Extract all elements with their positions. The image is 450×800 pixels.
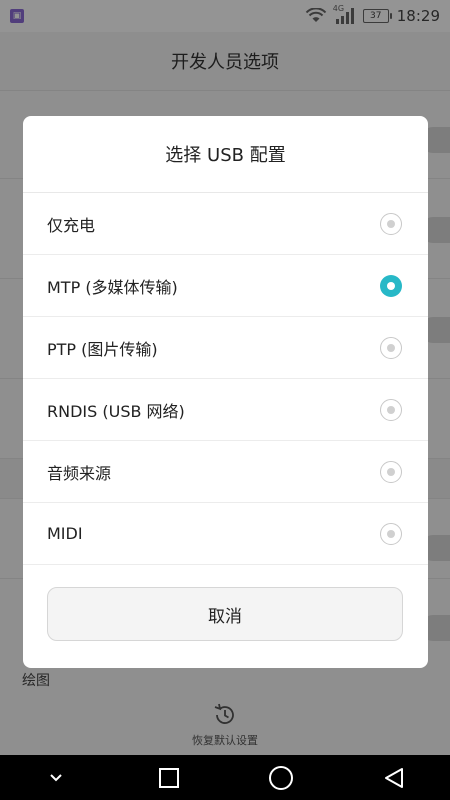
radio-button[interactable] xyxy=(380,460,402,483)
option-label: MTP (多媒体传输) xyxy=(47,277,178,297)
option-charge-only[interactable]: 仅充电 xyxy=(23,193,428,255)
radio-button[interactable] xyxy=(380,522,402,545)
option-label: RNDIS (USB 网络) xyxy=(47,401,185,421)
option-midi[interactable]: MIDI xyxy=(23,503,428,565)
radio-dot xyxy=(387,529,395,538)
usb-config-dialog: 选择 USB 配置 仅充电 MTP (多媒体传输) PTP (图片传输) RND… xyxy=(23,116,428,668)
option-rndis[interactable]: RNDIS (USB 网络) xyxy=(23,379,428,441)
radio-dot xyxy=(387,219,395,228)
nav-hide-button[interactable] xyxy=(26,755,86,800)
option-mtp[interactable]: MTP (多媒体传输) xyxy=(23,255,428,317)
navigation-bar xyxy=(0,755,450,800)
nav-home-button[interactable] xyxy=(251,755,311,800)
nav-recents-button[interactable] xyxy=(139,755,199,800)
radio-dot xyxy=(387,405,395,414)
option-label: PTP (图片传输) xyxy=(47,339,158,359)
dialog-title: 选择 USB 配置 xyxy=(23,116,428,193)
cancel-wrap: 取消 xyxy=(23,565,428,641)
cancel-button[interactable]: 取消 xyxy=(47,587,403,641)
radio-button[interactable] xyxy=(380,212,402,235)
radio-dot xyxy=(387,343,395,352)
square-icon xyxy=(158,767,180,789)
radio-button[interactable] xyxy=(380,336,402,359)
radio-button[interactable] xyxy=(380,398,402,421)
circle-icon xyxy=(268,765,294,791)
chevron-down-icon xyxy=(49,773,63,783)
option-label: 仅充电 xyxy=(47,215,96,235)
radio-button-selected[interactable] xyxy=(380,274,402,297)
nav-back-button[interactable] xyxy=(364,755,424,800)
radio-dot xyxy=(387,467,395,476)
option-label: 音频来源 xyxy=(47,463,112,483)
triangle-back-icon xyxy=(382,766,406,790)
option-audio-source[interactable]: 音频来源 xyxy=(23,441,428,503)
option-label: MIDI xyxy=(47,524,83,543)
radio-dot xyxy=(387,281,395,290)
option-ptp[interactable]: PTP (图片传输) xyxy=(23,317,428,379)
